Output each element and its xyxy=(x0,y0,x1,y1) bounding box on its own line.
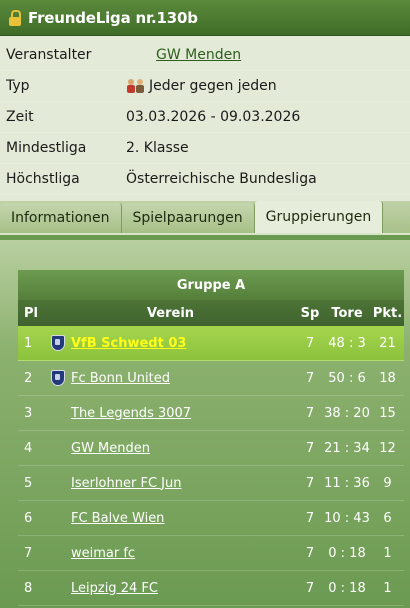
games-played: 7 xyxy=(305,405,315,421)
info-value: 03.03.2026 - 09.03.2026 xyxy=(126,109,301,125)
table-row: 6 FC Balve Wien 7 10 : 43 6 xyxy=(18,501,404,536)
club-link[interactable]: Fc Bonn United xyxy=(71,371,170,386)
info-row-zeit: Zeit 03.03.2026 - 09.03.2026 xyxy=(0,102,410,133)
title-bar: FreundeLiga nr.130b xyxy=(0,0,410,36)
rank: 2 xyxy=(24,370,33,386)
games-played: 7 xyxy=(305,335,315,351)
club-link[interactable]: Iserlohner FC Jun xyxy=(71,476,181,491)
goals: 38 : 20 xyxy=(324,405,370,421)
tab-informationen[interactable]: Informationen xyxy=(0,203,122,233)
tab-spielpaarungen[interactable]: Spielpaarungen xyxy=(121,203,255,233)
goals: 50 : 6 xyxy=(328,370,366,386)
points: 12 xyxy=(379,440,396,456)
info-label: Veranstalter xyxy=(6,47,92,63)
table-row: 7 weimar fc 7 0 : 18 1 xyxy=(18,536,404,571)
club-link[interactable]: VfB Schwedt 03 xyxy=(71,336,186,351)
games-played: 7 xyxy=(305,370,315,386)
group-content: Gruppe A Pl Verein Sp Tore Pkt. 1 VfB Sch… xyxy=(0,240,410,608)
players-icon xyxy=(127,79,144,93)
window-title: FreundeLiga nr.130b xyxy=(28,8,198,27)
points: 6 xyxy=(383,510,392,526)
tab-gruppierungen[interactable]: Gruppierungen xyxy=(254,201,384,233)
header-pkt: Pkt. xyxy=(372,305,403,321)
lock-icon xyxy=(8,9,22,26)
games-played: 7 xyxy=(305,510,315,526)
club-link[interactable]: FC Balve Wien xyxy=(71,511,164,526)
club-link[interactable]: weimar fc xyxy=(71,546,135,561)
info-value: Jeder gegen jeden xyxy=(149,78,277,94)
info-label: Typ xyxy=(6,78,30,94)
club-link[interactable]: GW Menden xyxy=(71,441,150,456)
header-verein: Verein xyxy=(146,305,195,321)
points: 21 xyxy=(379,335,396,351)
rank: 5 xyxy=(24,475,33,491)
points: 1 xyxy=(383,580,392,596)
info-row-veranstalter: Veranstalter GW Menden xyxy=(0,40,410,71)
goals: 11 : 36 xyxy=(324,475,370,491)
rank: 7 xyxy=(24,545,33,561)
table-row: 2 Fc Bonn United 7 50 : 6 18 xyxy=(18,361,404,396)
table-row: 3 The Legends 3007 7 38 : 20 15 xyxy=(18,396,404,431)
goals: 10 : 43 xyxy=(324,510,370,526)
table-row: 8 Leipzig 24 FC 7 0 : 18 1 xyxy=(18,571,404,606)
points: 1 xyxy=(383,545,392,561)
rank: 1 xyxy=(24,335,33,351)
goals: 0 : 18 xyxy=(328,580,366,596)
table-row: 5 Iserlohner FC Jun 7 11 : 36 9 xyxy=(18,466,404,501)
table-row: 1 VfB Schwedt 03 7 48 : 3 21 xyxy=(18,326,404,361)
tab-bar: Informationen Spielpaarungen Gruppierung… xyxy=(0,201,410,235)
info-value: 2. Klasse xyxy=(126,140,189,156)
club-crest-icon xyxy=(50,370,65,386)
table-header: Pl Verein Sp Tore Pkt. xyxy=(18,300,404,326)
rank: 8 xyxy=(24,580,33,596)
info-value: Österreichische Bundesliga xyxy=(126,171,317,187)
club-crest-icon xyxy=(50,335,65,351)
info-label: Höchstliga xyxy=(6,171,80,187)
goals: 0 : 18 xyxy=(328,545,366,561)
games-played: 7 xyxy=(305,580,315,596)
info-label: Zeit xyxy=(6,109,34,125)
points: 9 xyxy=(383,475,392,491)
club-link[interactable]: Leipzig 24 FC xyxy=(71,581,158,596)
veranstalter-link[interactable]: GW Menden xyxy=(156,47,241,63)
table-row: 4 GW Menden 7 21 : 34 12 xyxy=(18,431,404,466)
rank: 3 xyxy=(24,405,33,421)
group-title: Gruppe A xyxy=(18,270,404,300)
info-row-typ: Typ Jeder gegen jeden xyxy=(0,71,410,102)
games-played: 7 xyxy=(305,440,315,456)
info-panel: Veranstalter GW Menden Typ Jeder gegen j… xyxy=(0,36,410,201)
rank: 6 xyxy=(24,510,33,526)
header-sp: Sp xyxy=(300,305,320,321)
goals: 21 : 34 xyxy=(324,440,370,456)
header-tore: Tore xyxy=(331,305,363,321)
info-row-mindestliga: Mindestliga 2. Klasse xyxy=(0,133,410,164)
points: 15 xyxy=(379,405,396,421)
games-played: 7 xyxy=(305,545,315,561)
rank: 4 xyxy=(24,440,33,456)
group-table: Gruppe A Pl Verein Sp Tore Pkt. 1 VfB Sch… xyxy=(18,270,404,606)
points: 18 xyxy=(379,370,396,386)
header-pl: Pl xyxy=(24,305,38,321)
info-label: Mindestliga xyxy=(6,140,87,156)
info-row-hoechstliga: Höchstliga Österreichische Bundesliga xyxy=(0,164,410,195)
games-played: 7 xyxy=(305,475,315,491)
club-link[interactable]: The Legends 3007 xyxy=(71,406,191,421)
goals: 48 : 3 xyxy=(328,335,366,351)
